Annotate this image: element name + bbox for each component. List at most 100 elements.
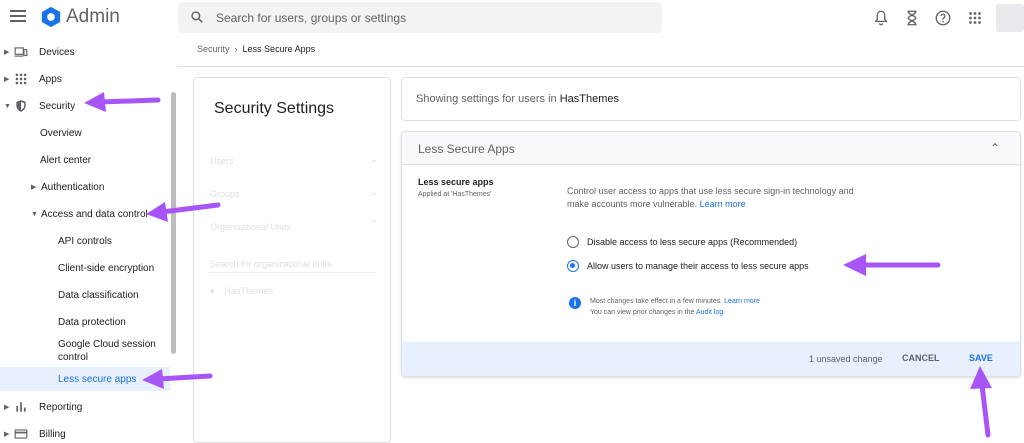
arrow-save [979, 382, 991, 438]
sidebar-item-label: Security [39, 100, 76, 112]
sidebar-item-label: Overview [40, 127, 82, 139]
caret-right-icon: ▶ [4, 49, 10, 56]
sidebar-item-label: API controls [58, 235, 112, 247]
sidebar-item-label: Devices [39, 46, 75, 58]
card-footer: 1 unsaved change CANCEL SAVE [402, 342, 1020, 376]
org-unit-item[interactable]: ▾ HasThemes [210, 286, 273, 297]
app-title[interactable]: Admin [66, 6, 120, 28]
radio-allow[interactable] [567, 260, 579, 272]
sidebar-item-apps[interactable]: ▶ Apps [4, 67, 62, 91]
sidebar-item-devices[interactable]: ▶ Devices [4, 40, 75, 64]
chevron-down-icon[interactable]: ⌄ [370, 154, 378, 165]
sidebar-item-access-data-control[interactable]: ▼ Access and data control [31, 202, 148, 226]
sidebar-item-label: Alert center [40, 154, 92, 166]
less-secure-apps-card: Less Secure Apps ⌃ Less secure apps Appl… [401, 131, 1021, 377]
save-button[interactable]: SAVE [969, 353, 993, 363]
sidebar-item-label: Authentication [41, 181, 105, 193]
sidebar-item-client-side-encryption[interactable]: Client-side encryption [58, 256, 154, 280]
sidebar-item-label: Less secure apps [58, 373, 137, 385]
caret-down-icon: ▼ [4, 102, 11, 110]
hourglass-icon[interactable] [903, 9, 921, 27]
admin-logo-icon[interactable] [40, 6, 62, 28]
search-input[interactable] [216, 8, 636, 28]
breadcrumb-current: Less Secure Apps [242, 44, 316, 54]
bar-chart-icon [16, 402, 26, 412]
setting-description: Control user access to apps that use les… [567, 185, 867, 211]
sidebar-item-label: Reporting [39, 401, 83, 413]
info-learn-more-link[interactable]: Learn more [724, 298, 760, 305]
apps-grid-icon[interactable] [966, 9, 984, 27]
sidebar-item-api-controls[interactable]: API controls [58, 229, 112, 253]
menu-icon[interactable] [10, 10, 26, 24]
showing-org: HasThemes [559, 93, 619, 105]
sidebar-item-label: Apps [39, 73, 62, 85]
showing-settings-text: Showing settings for users in HasThemes [416, 93, 619, 105]
audit-log-link[interactable]: Audit log [696, 309, 723, 316]
shield-icon [16, 100, 26, 112]
bell-icon[interactable] [872, 9, 890, 27]
chevron-down-icon[interactable]: ⌄ [370, 187, 378, 198]
option-disable[interactable]: Disable access to less secure apps (Reco… [567, 236, 797, 248]
apps-grid-icon [15, 73, 27, 85]
sidebar-item-overview[interactable]: Overview [40, 121, 82, 145]
learn-more-link[interactable]: Learn more [700, 199, 746, 209]
option-label: Allow users to manage their access to le… [587, 261, 809, 271]
breadcrumb-security[interactable]: Security [197, 44, 230, 54]
search-bar[interactable] [178, 2, 662, 33]
caret-right-icon: ▶ [4, 404, 10, 411]
sidebar-item-less-secure-apps[interactable]: Less secure apps [0, 367, 170, 391]
caret-right-icon: ▶ [4, 76, 10, 83]
info-text: Most changes take effect in a few minute… [590, 296, 760, 318]
option-allow[interactable]: Allow users to manage their access to le… [567, 260, 809, 272]
sidebar-item-label: Client-side encryption [58, 262, 155, 274]
security-settings-panel: Security Settings Users ⌄ Groups ⌄ Organ… [193, 77, 391, 443]
cancel-button[interactable]: CANCEL [902, 353, 940, 363]
panel-row-users[interactable]: Users [210, 156, 234, 166]
caret-right-icon: ▶ [31, 184, 37, 191]
sidebar-item-data-classification[interactable]: Data classification [58, 283, 139, 307]
card-header[interactable]: Less Secure Apps ⌃ [402, 132, 1020, 165]
panel-row-org-units[interactable]: Organizational Units [210, 222, 291, 232]
option-label: Disable access to less secure apps (Reco… [587, 237, 798, 247]
chevron-up-icon[interactable]: ⌃ [990, 141, 1000, 155]
org-unit-name: HasThemes [224, 286, 274, 296]
sidebar-item-reporting[interactable]: ▶ Reporting [4, 395, 82, 419]
sidebar-item-label: Access and data control [41, 208, 148, 220]
sidebar-item-security[interactable]: ▼ Security [4, 94, 75, 118]
caret-down-icon: ▼ [31, 210, 38, 218]
sidebar-item-billing[interactable]: ▶ Billing [4, 422, 66, 443]
chevron-up-icon[interactable]: ⌃ [370, 219, 378, 230]
radio-disable[interactable] [567, 236, 579, 248]
showing-prefix: Showing settings for users in [416, 93, 557, 105]
showing-settings-card: Showing settings for users in HasThemes [401, 77, 1021, 121]
breadcrumb: Security › Less Secure Apps [197, 44, 315, 54]
panel-title: Security Settings [214, 100, 335, 117]
unsaved-count: 1 unsaved change [809, 354, 883, 364]
help-icon[interactable] [934, 9, 952, 27]
sidebar-scrollbar[interactable] [171, 92, 176, 354]
sidebar-item-google-cloud-session-control[interactable]: Google Cloud session control [58, 336, 158, 366]
credit-card-icon [14, 429, 28, 439]
sidebar-item-label: Google Cloud session control [58, 339, 156, 363]
info-icon: i [569, 297, 581, 309]
search-icon [191, 11, 203, 23]
sidebar: ▶ Devices ▶ Apps ▼ Security Overview Ale… [0, 36, 178, 443]
sidebar-item-authentication[interactable]: ▶ Authentication [31, 175, 104, 199]
top-bar: Admin [0, 0, 1024, 36]
card-title: Less Secure Apps [418, 142, 515, 156]
info-line-2: You can view prior changes in the [590, 309, 695, 316]
panel-row-groups[interactable]: Groups [210, 189, 240, 199]
devices-icon [14, 47, 28, 57]
setting-applied-at: Applied at 'HasThemes' [418, 191, 492, 198]
sidebar-item-data-protection[interactable]: Data protection [58, 310, 126, 334]
search-underline [208, 272, 376, 273]
avatar[interactable] [996, 4, 1024, 32]
sidebar-item-label: Billing [39, 428, 66, 440]
setting-name: Less secure apps [418, 177, 494, 187]
caret-right-icon: ▶ [4, 431, 10, 438]
info-line-1: Most changes take effect in a few minute… [590, 298, 723, 305]
sidebar-item-alert-center[interactable]: Alert center [40, 148, 91, 172]
org-unit-search-input[interactable]: Search for organizational units [210, 259, 332, 269]
sidebar-item-label: Data classification [58, 289, 139, 301]
sidebar-item-label: Data protection [58, 316, 126, 328]
